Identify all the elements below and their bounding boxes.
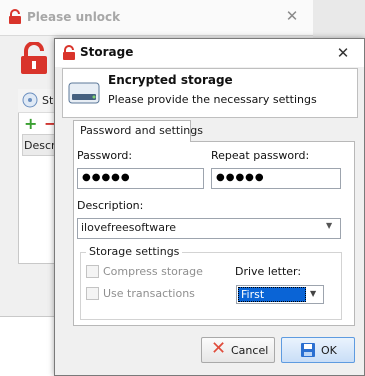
hard-drive-icon bbox=[68, 82, 100, 104]
drive-letter-label: Drive letter: bbox=[235, 265, 302, 278]
description-value: ilovefreesoftware bbox=[81, 221, 177, 234]
dialog-close-button[interactable]: ✕ bbox=[334, 44, 352, 62]
dialog-title: Storage bbox=[80, 45, 134, 59]
compress-storage-checkbox[interactable] bbox=[86, 265, 99, 278]
password-label: Password: bbox=[77, 149, 133, 162]
ok-button-label: OK bbox=[321, 344, 337, 357]
background-window-title: Please unlock bbox=[27, 10, 121, 24]
cancel-icon: ✕ bbox=[211, 338, 227, 359]
use-transactions-checkbox[interactable] bbox=[86, 287, 99, 300]
dialog-lock-icon bbox=[63, 45, 75, 60]
password-value: ●●●●● bbox=[82, 172, 131, 183]
drive-letter-value: First bbox=[238, 287, 306, 302]
lock-icon bbox=[9, 9, 21, 24]
repeat-password-label: Repeat password: bbox=[211, 149, 310, 162]
use-transactions-label: Use transactions bbox=[103, 287, 195, 300]
background-close-button[interactable]: ✕ bbox=[284, 8, 300, 24]
ok-button[interactable] bbox=[281, 337, 355, 363]
disk-icon bbox=[22, 92, 38, 108]
header-title: Encrypted storage bbox=[108, 73, 233, 87]
drive-chevron-down-icon[interactable]: ▼ bbox=[310, 289, 316, 298]
large-lock-icon bbox=[21, 42, 47, 74]
compress-storage-label: Compress storage bbox=[103, 265, 203, 278]
header-subtitle: Please provide the necessary settings bbox=[108, 93, 317, 106]
chevron-down-icon[interactable]: ▼ bbox=[326, 221, 332, 230]
tab-label: Password and settings bbox=[80, 124, 203, 137]
storage-settings-title: Storage settings bbox=[86, 245, 183, 258]
save-icon bbox=[301, 343, 315, 357]
password-field[interactable]: ●●●●● bbox=[77, 168, 204, 189]
background-panel-label: St bbox=[42, 94, 54, 107]
cancel-button-label: Cancel bbox=[231, 344, 269, 357]
repeat-password-field[interactable]: ●●●●● bbox=[211, 168, 341, 189]
repeat-password-value: ●●●●● bbox=[216, 172, 265, 183]
add-icon[interactable]: + bbox=[24, 114, 37, 133]
description-label: Description: bbox=[77, 199, 144, 212]
